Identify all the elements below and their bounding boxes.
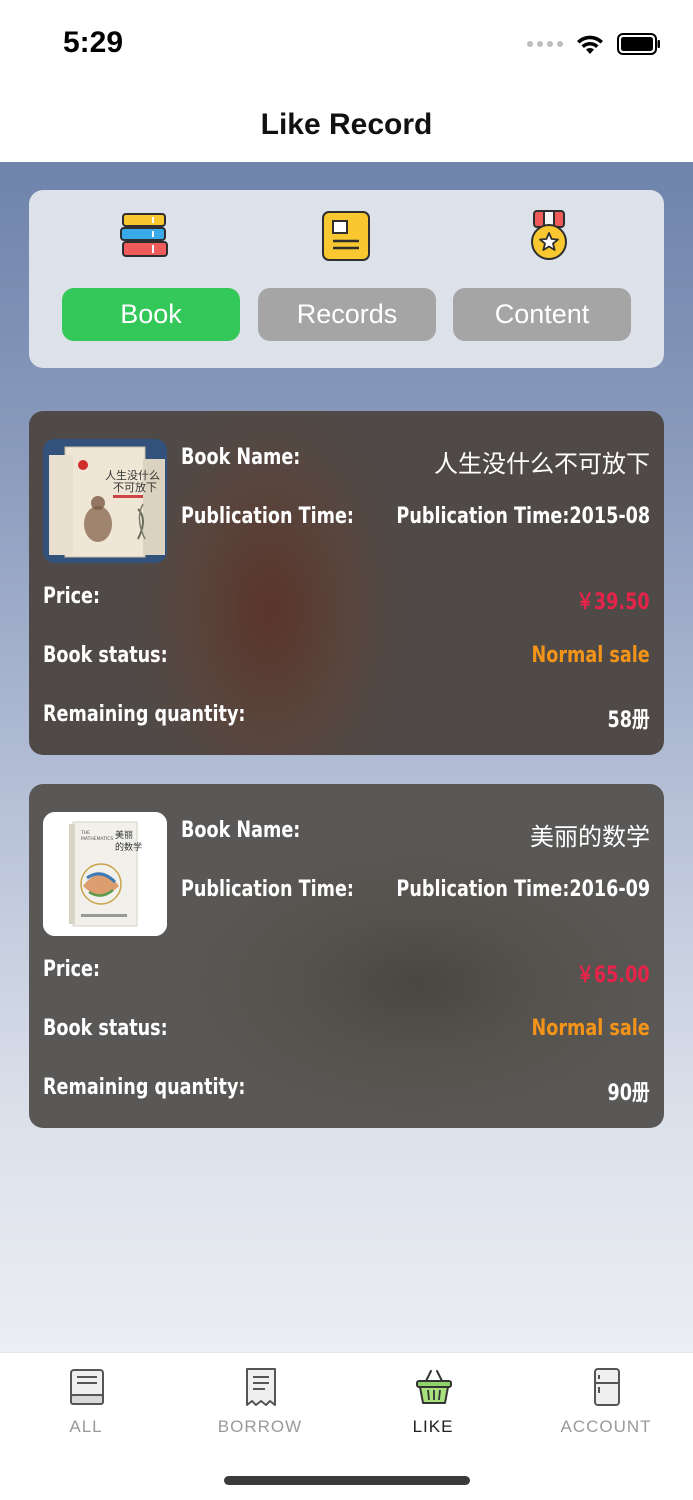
book-status-label: Book status:	[43, 1016, 168, 1041]
category-panel: Book Records Content	[29, 190, 664, 368]
tab-account[interactable]: ACCOUNT	[546, 1365, 666, 1445]
publication-time-value: Publication Time:2015-08	[396, 504, 650, 529]
records-category-button[interactable]: Records	[258, 288, 436, 341]
page-title: Like Record	[260, 108, 433, 141]
status-icons	[527, 30, 661, 58]
basket-icon	[416, 1370, 452, 1404]
publication-time-label: Publication Time:	[181, 504, 354, 529]
remaining-quantity-value: 90册	[607, 1081, 650, 1106]
price-value: ￥65.00	[576, 963, 650, 988]
price-label: Price:	[43, 584, 101, 609]
tab-borrow[interactable]: BORROW	[200, 1365, 320, 1445]
status-time: 5:29	[63, 26, 124, 59]
remaining-quantity-label: Remaining quantity:	[43, 702, 246, 727]
medal-icon	[531, 210, 567, 260]
book-card[interactable]: 人生没什么 不可放下 Book Name: 人生没什么不可放下 Publicat…	[29, 411, 664, 755]
content-category-button[interactable]: Content	[453, 288, 631, 341]
book-status-label: Book status:	[43, 643, 168, 668]
price-value: ￥39.50	[576, 590, 650, 615]
tab-all[interactable]: ALL	[26, 1365, 146, 1445]
tab-account-label: ACCOUNT	[560, 1417, 652, 1436]
price-label: Price:	[43, 957, 101, 982]
status-bar: 5:29	[0, 0, 693, 88]
tab-like[interactable]: LIKE	[373, 1365, 493, 1445]
publication-time-label: Publication Time:	[181, 877, 354, 902]
book-category-button[interactable]: Book	[62, 288, 240, 341]
battery-icon	[617, 33, 660, 55]
remaining-quantity-value: 58册	[607, 708, 650, 733]
notepad-icon	[322, 211, 370, 261]
signal-icon	[527, 41, 563, 47]
book-name-label: Book Name:	[181, 445, 301, 470]
book-status-value: Normal sale	[531, 1016, 650, 1041]
svg-text:MATHEMATICS: MATHEMATICS	[81, 836, 113, 842]
tab-borrow-label: BORROW	[217, 1417, 303, 1436]
svg-text:的数学: 的数学	[115, 841, 142, 853]
tab-all-label: ALL	[69, 1417, 103, 1436]
svg-text:美丽: 美丽	[115, 829, 133, 841]
svg-text:THE: THE	[80, 830, 90, 836]
books-icon	[120, 213, 168, 257]
svg-text:不可放下: 不可放下	[113, 480, 157, 494]
book-status-value: Normal sale	[531, 643, 650, 668]
tab-like-label: LIKE	[412, 1417, 454, 1436]
book-name-value: 人生没什么不可放下	[434, 450, 650, 478]
publication-time-value: Publication Time:2016-09	[396, 877, 650, 902]
book-name-label: Book Name:	[181, 818, 301, 843]
wifi-icon	[577, 35, 603, 54]
nav-bar: Like Record	[0, 88, 693, 162]
remaining-quantity-label: Remaining quantity:	[43, 1075, 246, 1100]
fridge-icon	[594, 1368, 620, 1406]
book-cover-image: 人生没什么 不可放下	[43, 439, 167, 563]
book-icon	[70, 1369, 104, 1405]
home-indicator	[224, 1476, 470, 1485]
receipt-icon	[246, 1368, 276, 1406]
book-name-value: 美丽的数学	[530, 823, 650, 851]
svg-text:人生没什么: 人生没什么	[105, 468, 160, 482]
book-cover-image: THE MATHEMATICS 美丽 的数学	[43, 812, 167, 936]
book-card[interactable]: THE MATHEMATICS 美丽 的数学 Book Name: 美丽的数学 …	[29, 784, 664, 1128]
